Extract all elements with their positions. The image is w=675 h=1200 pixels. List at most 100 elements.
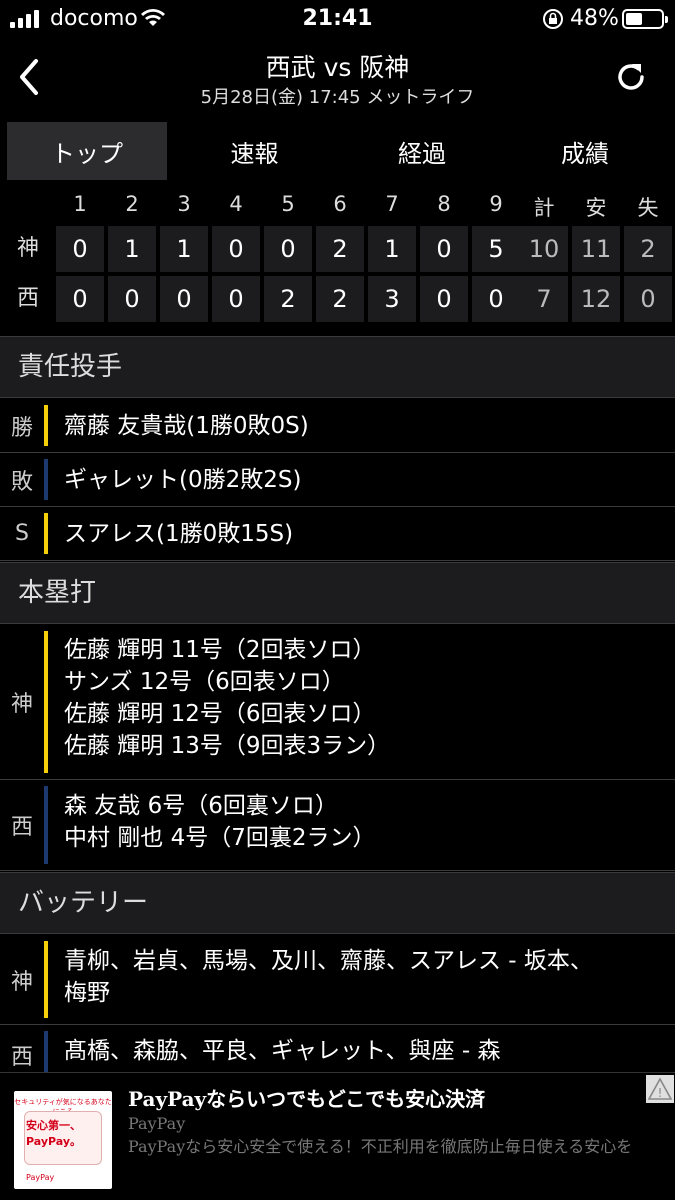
team-color-bar — [44, 513, 48, 554]
battery-percent: 48% — [570, 6, 619, 31]
team-label: 神 — [10, 692, 33, 717]
inning-score: 5 — [472, 226, 520, 272]
inning-score: 0 — [420, 226, 468, 272]
tab-bar: トップ 速報 経過 成績 — [7, 122, 668, 180]
pitcher-row-loss: 敗 ギャレット(0勝2敗2S) — [0, 453, 675, 507]
pitcher-name: 齋藤 友貴哉(1勝0敗0S) — [64, 413, 309, 439]
ad-image-headline: 安心第一、 — [26, 1119, 81, 1132]
battery-icon — [622, 9, 668, 29]
inning-score: 0 — [264, 226, 312, 272]
scoreboard-row-home: 西 0 0 0 0 2 2 3 0 0 7 12 0 — [0, 276, 675, 322]
homerun-row-home: 西 森 友哉 6号（6回裏ソロ） 中村 剛也 4号（7回裏2ラン） — [0, 780, 675, 871]
team-label: 西 — [16, 286, 39, 311]
team-color-bar — [44, 405, 48, 446]
tab-top[interactable]: トップ — [7, 122, 167, 180]
tab-live[interactable]: 速報 — [167, 122, 342, 180]
inning-score: 0 — [56, 226, 104, 272]
inning-score: 0 — [212, 226, 260, 272]
total-value: 11 — [572, 226, 620, 272]
team-color-bar — [44, 786, 48, 864]
homerun-item: サンズ 12号（6回表ソロ） — [64, 669, 345, 695]
inning-score: 0 — [160, 276, 208, 322]
inning-score: 0 — [56, 276, 104, 322]
inning-score: 2 — [264, 276, 312, 322]
pitcher-label: 勝 — [10, 415, 33, 441]
homerun-list: 佐藤 輝明 11号（2回表ソロ） サンズ 12号（6回表ソロ） 佐藤 輝明 12… — [64, 634, 390, 762]
total-header: 計 — [533, 196, 555, 220]
pitcher-row-save: S スアレス(1勝0敗15S) — [0, 507, 675, 561]
inning-header: 8 — [437, 192, 451, 216]
homerun-item: 佐藤 輝明 13号（9回表3ラン） — [64, 733, 391, 759]
inning-header: 1 — [73, 192, 87, 216]
inning-score: 1 — [160, 226, 208, 272]
homerun-row-away: 神 佐藤 輝明 11号（2回表ソロ） サンズ 12号（6回表ソロ） 佐藤 輝明 … — [0, 625, 675, 780]
total-header: 失 — [637, 196, 659, 220]
page-title: 西武 vs 阪神 — [265, 53, 410, 82]
refresh-button[interactable] — [612, 58, 650, 96]
inning-header: 9 — [489, 192, 503, 216]
inning-score: 0 — [420, 276, 468, 322]
total-value: 10 — [520, 226, 568, 272]
ad-info-button[interactable]: ! — [646, 1075, 674, 1103]
ad-choices-icon: ! — [647, 1077, 673, 1100]
inning-header: 2 — [125, 192, 139, 216]
inning-header: 4 — [229, 192, 243, 216]
battery-list: 髙橋、森脇、平良、ギャレット、與座 - 森 — [64, 1035, 500, 1067]
team-label: 西 — [10, 815, 33, 840]
scoreboard-row-away: 神 0 1 1 0 0 2 1 0 5 10 11 2 — [0, 226, 675, 272]
inning-score: 0 — [472, 276, 520, 322]
svg-text:!: ! — [658, 1086, 663, 1100]
pitcher-label: 敗 — [10, 469, 33, 495]
homerun-item: 佐藤 輝明 11号（2回表ソロ） — [64, 637, 376, 663]
ad-image[interactable]: セキュリティが気になるあなたにこそ 安心第一、 PayPay。 PayPay — [14, 1091, 112, 1189]
section-heading-pitchers: 責任投手 — [0, 336, 675, 398]
homerun-list: 森 友哉 6号（6回裏ソロ） 中村 剛也 4号（7回裏2ラン） — [64, 790, 376, 854]
section-heading-homeruns: 本塁打 — [0, 562, 675, 624]
pitcher-name: スアレス(1勝0敗15S) — [64, 521, 294, 547]
pitcher-row-win: 勝 齋藤 友貴哉(1勝0敗0S) — [0, 399, 675, 453]
paypay-logo: PayPay — [26, 1173, 55, 1182]
status-bar: docomo 21:41 48% — [0, 0, 675, 38]
ad-banner[interactable]: セキュリティが気になるあなたにこそ 安心第一、 PayPay。 PayPay P… — [0, 1072, 675, 1200]
team-label: 神 — [16, 236, 39, 261]
refresh-icon — [618, 64, 644, 90]
total-value: 12 — [572, 276, 620, 322]
team-color-bar — [44, 631, 48, 773]
game-info: 5月28日(金) 17:45 メットライフ — [200, 87, 475, 108]
homerun-item: 中村 剛也 4号（7回裏2ラン） — [64, 825, 376, 851]
ad-advertiser: PayPay — [128, 1114, 186, 1133]
inning-score: 1 — [368, 226, 416, 272]
battery-level — [626, 13, 642, 25]
rotation-lock-icon — [541, 8, 565, 34]
inning-score: 3 — [368, 276, 416, 322]
battery-list: 青柳、岩貞、馬場、及川、齋藤、スアレス - 坂本、 梅野 — [64, 945, 593, 1009]
pitcher-label: S — [15, 521, 29, 546]
tab-progress[interactable]: 経過 — [342, 122, 502, 180]
inning-score: 2 — [316, 276, 364, 322]
ad-image-brand: PayPay。 — [26, 1135, 82, 1148]
total-value: 0 — [624, 276, 672, 322]
inning-header: 5 — [281, 192, 295, 216]
pitcher-name: ギャレット(0勝2敗2S) — [64, 467, 302, 493]
homerun-item: 佐藤 輝明 12号（6回表ソロ） — [64, 701, 376, 727]
inning-score: 1 — [108, 226, 156, 272]
homerun-item: 森 友哉 6号（6回裏ソロ） — [64, 793, 338, 819]
inning-header: 7 — [385, 192, 399, 216]
battery-item: 梅野 — [64, 980, 110, 1006]
tab-stats[interactable]: 成績 — [502, 122, 668, 180]
total-value: 2 — [624, 226, 672, 272]
total-value: 7 — [520, 276, 568, 322]
inning-score: 2 — [316, 226, 364, 272]
ad-description: PayPayなら安心安全で使える！不正利用を徹底防止毎日使える安心を — [128, 1137, 633, 1156]
section-heading-battery: バッテリー — [0, 872, 675, 934]
inning-header: 6 — [333, 192, 347, 216]
battery-item: 青柳、岩貞、馬場、及川、齋藤、スアレス - 坂本、 — [64, 948, 593, 974]
ad-title[interactable]: PayPayならいつでもどこでも安心決済 — [128, 1083, 485, 1112]
team-color-bar — [44, 459, 48, 500]
battery-row-away: 神 青柳、岩貞、馬場、及川、齋藤、スアレス - 坂本、 梅野 — [0, 935, 675, 1025]
inning-header: 3 — [177, 192, 191, 216]
battery-item: 髙橋、森脇、平良、ギャレット、與座 - 森 — [64, 1038, 501, 1064]
inning-score: 0 — [108, 276, 156, 322]
team-color-bar — [44, 941, 48, 1018]
scoreboard-header: 1 2 3 4 5 6 7 8 9 計 安 失 — [0, 192, 675, 222]
